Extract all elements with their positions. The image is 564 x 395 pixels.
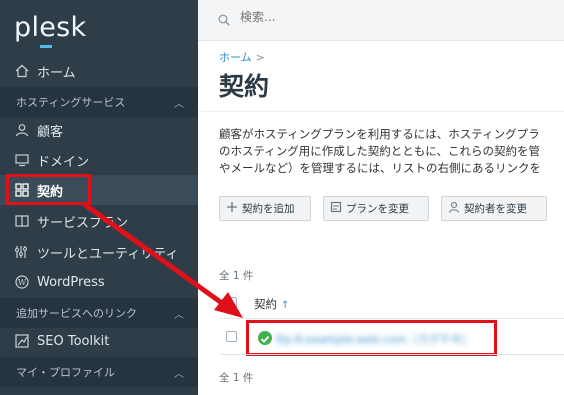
row-divider bbox=[220, 354, 564, 355]
chart-icon bbox=[15, 334, 29, 348]
sidebar-item-tools[interactable]: ツールとユーティリティ bbox=[0, 237, 198, 267]
page-description: 顧客がホスティングプランを利用するには、ホスティングプラ のホスティング用に作成… bbox=[219, 126, 564, 177]
row-divider bbox=[220, 318, 564, 319]
add-subscription-button[interactable]: 契約を追加 bbox=[219, 196, 311, 221]
search-input[interactable] bbox=[238, 9, 442, 25]
item-count-bottom: 全 1 件 bbox=[219, 372, 254, 384]
tools-icon bbox=[15, 245, 29, 259]
description-line: のホスティング用に作成した契約とともに、これらの契約を管 bbox=[219, 144, 540, 158]
user-icon bbox=[448, 201, 460, 216]
chevron-up-icon: ︿ bbox=[174, 369, 184, 380]
select-all-checkbox[interactable] bbox=[226, 297, 237, 308]
section-label: マイ・プロファイル bbox=[16, 366, 115, 379]
book-icon bbox=[15, 214, 29, 228]
home-icon bbox=[15, 64, 29, 78]
plesk-logo[interactable]: ple sk bbox=[14, 12, 86, 48]
plan-icon bbox=[330, 201, 342, 216]
svg-text:W: W bbox=[18, 278, 27, 287]
sidebar-item-domains[interactable]: ドメイン bbox=[0, 145, 198, 175]
section-label: ホスティングサービス bbox=[16, 96, 126, 109]
sidebar: ple sk ホーム ホスティングサービス ︿ 顧客 ドメイン 契約 サービスプラ… bbox=[0, 0, 198, 395]
wordpress-icon: W bbox=[15, 275, 29, 289]
sidebar-item-label: SEO Toolkit bbox=[37, 333, 110, 349]
breadcrumb-separator: > bbox=[255, 51, 265, 64]
sort-arrow-icon: ↑ bbox=[281, 300, 290, 311]
change-plan-button[interactable]: プランを変更 bbox=[323, 196, 429, 221]
sidebar-item-service-plans[interactable]: サービスプラン bbox=[0, 206, 198, 236]
button-label: 契約者を変更 bbox=[464, 203, 527, 215]
breadcrumb: ホーム > bbox=[219, 49, 265, 65]
search-bar bbox=[198, 0, 564, 41]
sidebar-item-label: ツールとユーティリティ bbox=[37, 246, 179, 262]
sidebar-item-wordpress[interactable]: W WordPress bbox=[0, 267, 198, 297]
chevron-up-icon: ︿ bbox=[174, 99, 184, 110]
search-icon bbox=[218, 11, 230, 26]
sidebar-item-label: 顧客 bbox=[37, 124, 64, 140]
divider bbox=[198, 111, 564, 112]
highlight-box-subscription-row bbox=[246, 320, 497, 356]
row-checkbox[interactable] bbox=[226, 331, 237, 342]
section-hosting-services[interactable]: ホスティングサービス ︿ bbox=[0, 87, 198, 117]
change-owner-button[interactable]: 契約者を変更 bbox=[441, 196, 547, 221]
highlight-box-subscriptions bbox=[6, 174, 91, 205]
sidebar-item-seo-toolkit[interactable]: SEO Toolkit bbox=[0, 326, 198, 356]
breadcrumb-home-link[interactable]: ホーム bbox=[219, 51, 252, 64]
section-label: 追加サービスへのリンク bbox=[16, 307, 137, 320]
column-header-subscription[interactable]: 契約 ↑ bbox=[254, 296, 289, 312]
button-label: プランを変更 bbox=[346, 203, 409, 215]
monitor-icon bbox=[15, 153, 29, 167]
chevron-up-icon: ︿ bbox=[174, 310, 184, 321]
item-count: 全 1 件 bbox=[219, 270, 254, 282]
sidebar-item-label: ホーム bbox=[37, 65, 76, 81]
sidebar-item-label: ドメイン bbox=[37, 154, 90, 170]
sidebar-item-label: サービスプラン bbox=[37, 215, 129, 231]
sidebar-item-customers[interactable]: 顧客 bbox=[0, 115, 198, 145]
plus-icon bbox=[226, 201, 238, 216]
button-label: 契約を追加 bbox=[242, 203, 295, 215]
section-my-profile[interactable]: マイ・プロファイル ︿ bbox=[0, 357, 198, 387]
section-additional-links[interactable]: 追加サービスへのリンク ︿ bbox=[0, 298, 198, 328]
sidebar-item-label: WordPress bbox=[37, 274, 105, 290]
user-icon bbox=[15, 123, 29, 137]
sidebar-item-home[interactable]: ホーム bbox=[0, 56, 198, 86]
column-label: 契約 bbox=[254, 297, 277, 311]
page-title: 契約 bbox=[219, 72, 270, 101]
description-line: 顧客がホスティングプランを利用するには、ホスティングプラ bbox=[219, 127, 540, 141]
description-line: やメールなど）を管理するには、リストの右側にあるリンクを bbox=[219, 161, 541, 175]
